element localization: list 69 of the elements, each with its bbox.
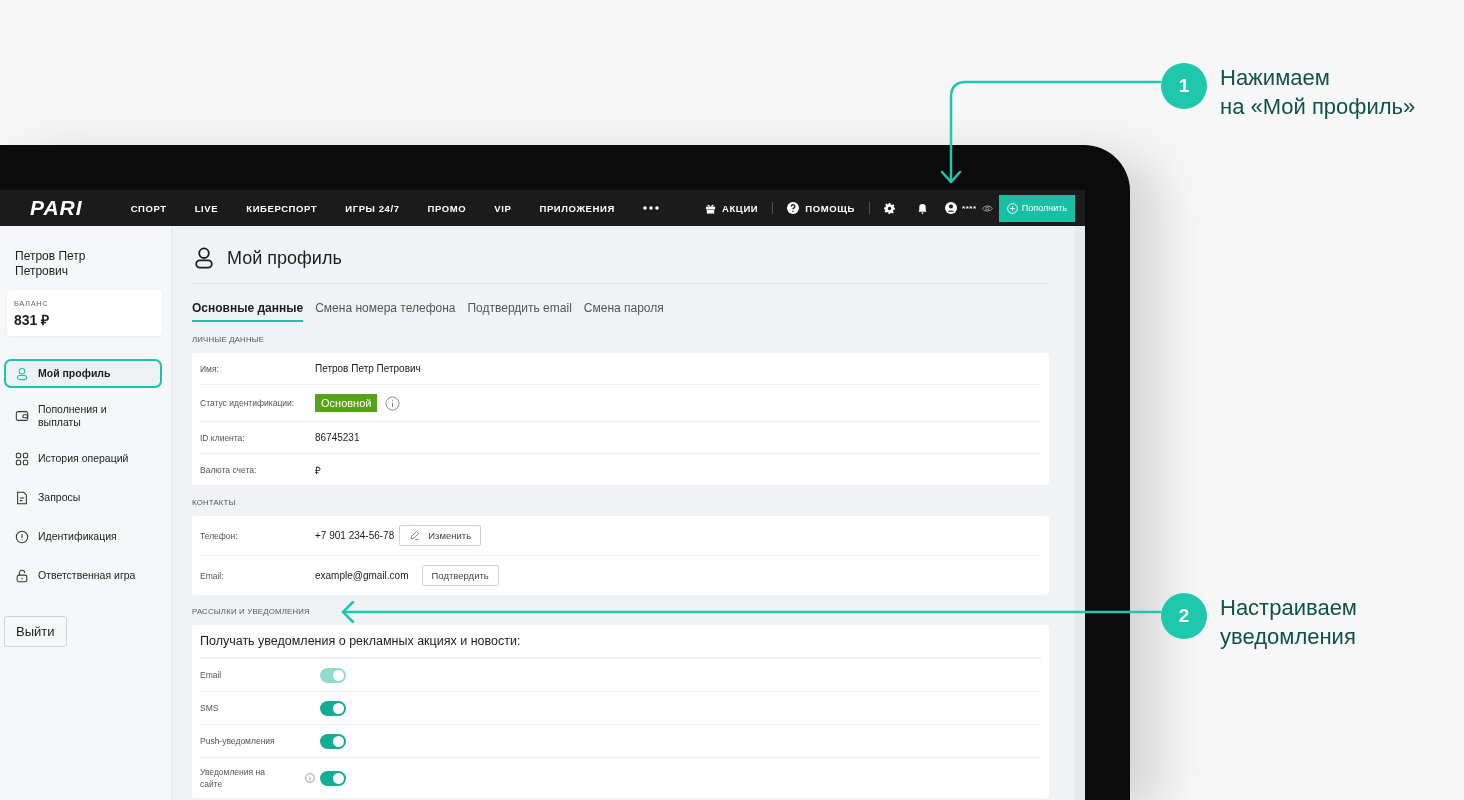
step-number: 2 xyxy=(1161,593,1207,639)
field-value: Петров Петр Петрович xyxy=(315,363,421,374)
masked-balance: **** xyxy=(961,203,977,213)
eye-icon[interactable] xyxy=(981,202,993,214)
field-label: Имя: xyxy=(200,363,220,374)
tab[interactable]: Смена пароля xyxy=(583,301,664,322)
balance-amount: 831 ₽ xyxy=(14,311,51,329)
field-label: Статус идентификации: xyxy=(200,398,296,408)
field-value: example@gmail.com xyxy=(315,570,409,581)
help-icon xyxy=(787,202,800,214)
wallet-icon xyxy=(15,409,29,423)
exclamation-icon xyxy=(15,529,29,544)
toggle-label: Email xyxy=(200,669,223,681)
user-icon xyxy=(192,246,216,270)
field-label: Телефон: xyxy=(200,530,239,541)
field-value: 86745231 xyxy=(315,432,360,443)
toggle-switch[interactable] xyxy=(320,733,346,749)
nav-link[interactable]: КИБЕРСПОРТ xyxy=(246,202,318,214)
bell-icon[interactable] xyxy=(916,202,928,214)
tab[interactable]: Подтвердить email xyxy=(467,301,572,322)
sidebar-item[interactable]: Идентификация xyxy=(4,522,162,551)
nav-link[interactable]: ИГРЫ 24/7 xyxy=(345,202,400,214)
nav-link[interactable]: VIP xyxy=(494,202,512,214)
edit-button[interactable]: Изменить xyxy=(399,525,482,546)
tab[interactable]: Основные данные xyxy=(192,301,304,322)
toggle-label: Уведомления на сайте xyxy=(200,766,266,790)
toggle-label: Push-уведомления xyxy=(200,735,276,747)
sidebar-item[interactable]: Запросы xyxy=(4,483,162,512)
field-value: +7 901 234-56-78 xyxy=(315,530,395,541)
toggle-switch[interactable] xyxy=(320,770,346,786)
info-icon[interactable] xyxy=(385,395,401,411)
user-name: Петров Петр Петрович xyxy=(15,249,87,279)
field-label: Email: xyxy=(200,570,225,581)
logout-button[interactable]: Выйти xyxy=(4,616,67,647)
confirm-button[interactable]: Подтвердить xyxy=(421,565,499,586)
nav-link[interactable]: ПРИЛОЖЕНИЯ xyxy=(539,202,615,214)
grid-icon xyxy=(15,451,29,466)
settings-icon[interactable] xyxy=(883,202,895,214)
logo[interactable]: PARI xyxy=(30,196,83,220)
page-title: Мой профиль xyxy=(227,247,342,269)
step-number: 1 xyxy=(1161,63,1207,109)
user-icon xyxy=(15,366,29,381)
field-value: ₽ xyxy=(315,463,321,477)
sidebar-item[interactable]: История операций xyxy=(4,444,162,473)
callout-text: Настраиваем уведомления xyxy=(1220,594,1357,651)
sidebar-item[interactable]: Пополнения и выплаты xyxy=(4,398,162,434)
pencil-icon xyxy=(409,530,421,541)
toggle-switch[interactable] xyxy=(320,700,346,716)
nav-link[interactable]: СПОРТ xyxy=(130,202,167,214)
status-badge: Основной xyxy=(315,394,378,412)
tab[interactable]: Смена номера телефона xyxy=(315,301,456,322)
info-icon[interactable] xyxy=(305,773,315,783)
sidebar-item[interactable]: Ответственная игра xyxy=(4,561,162,590)
notifications-heading: Получать уведомления о рекламных акциях и новости: xyxy=(200,625,1041,658)
gift-icon xyxy=(705,202,716,214)
sidebar-item[interactable]: Мой профиль xyxy=(4,359,162,388)
field-label: ID клиента: xyxy=(200,432,246,443)
toggle-label: SMS xyxy=(200,702,220,714)
nav-link[interactable]: LIVE xyxy=(194,202,219,214)
callout-text: Нажимаем на «Мой профиль» xyxy=(1220,64,1416,121)
help-link[interactable]: ПОМОЩЬ xyxy=(805,202,855,214)
document-icon xyxy=(15,490,29,505)
plus-icon xyxy=(1006,202,1018,214)
promo-link[interactable]: АКЦИИ xyxy=(722,202,759,214)
lock-icon xyxy=(15,568,29,583)
account-icon[interactable] xyxy=(944,202,957,214)
field-label: Валюта счета: xyxy=(200,464,258,475)
nav-link[interactable]: ПРОМО xyxy=(427,202,467,214)
more-icon[interactable] xyxy=(642,206,659,210)
